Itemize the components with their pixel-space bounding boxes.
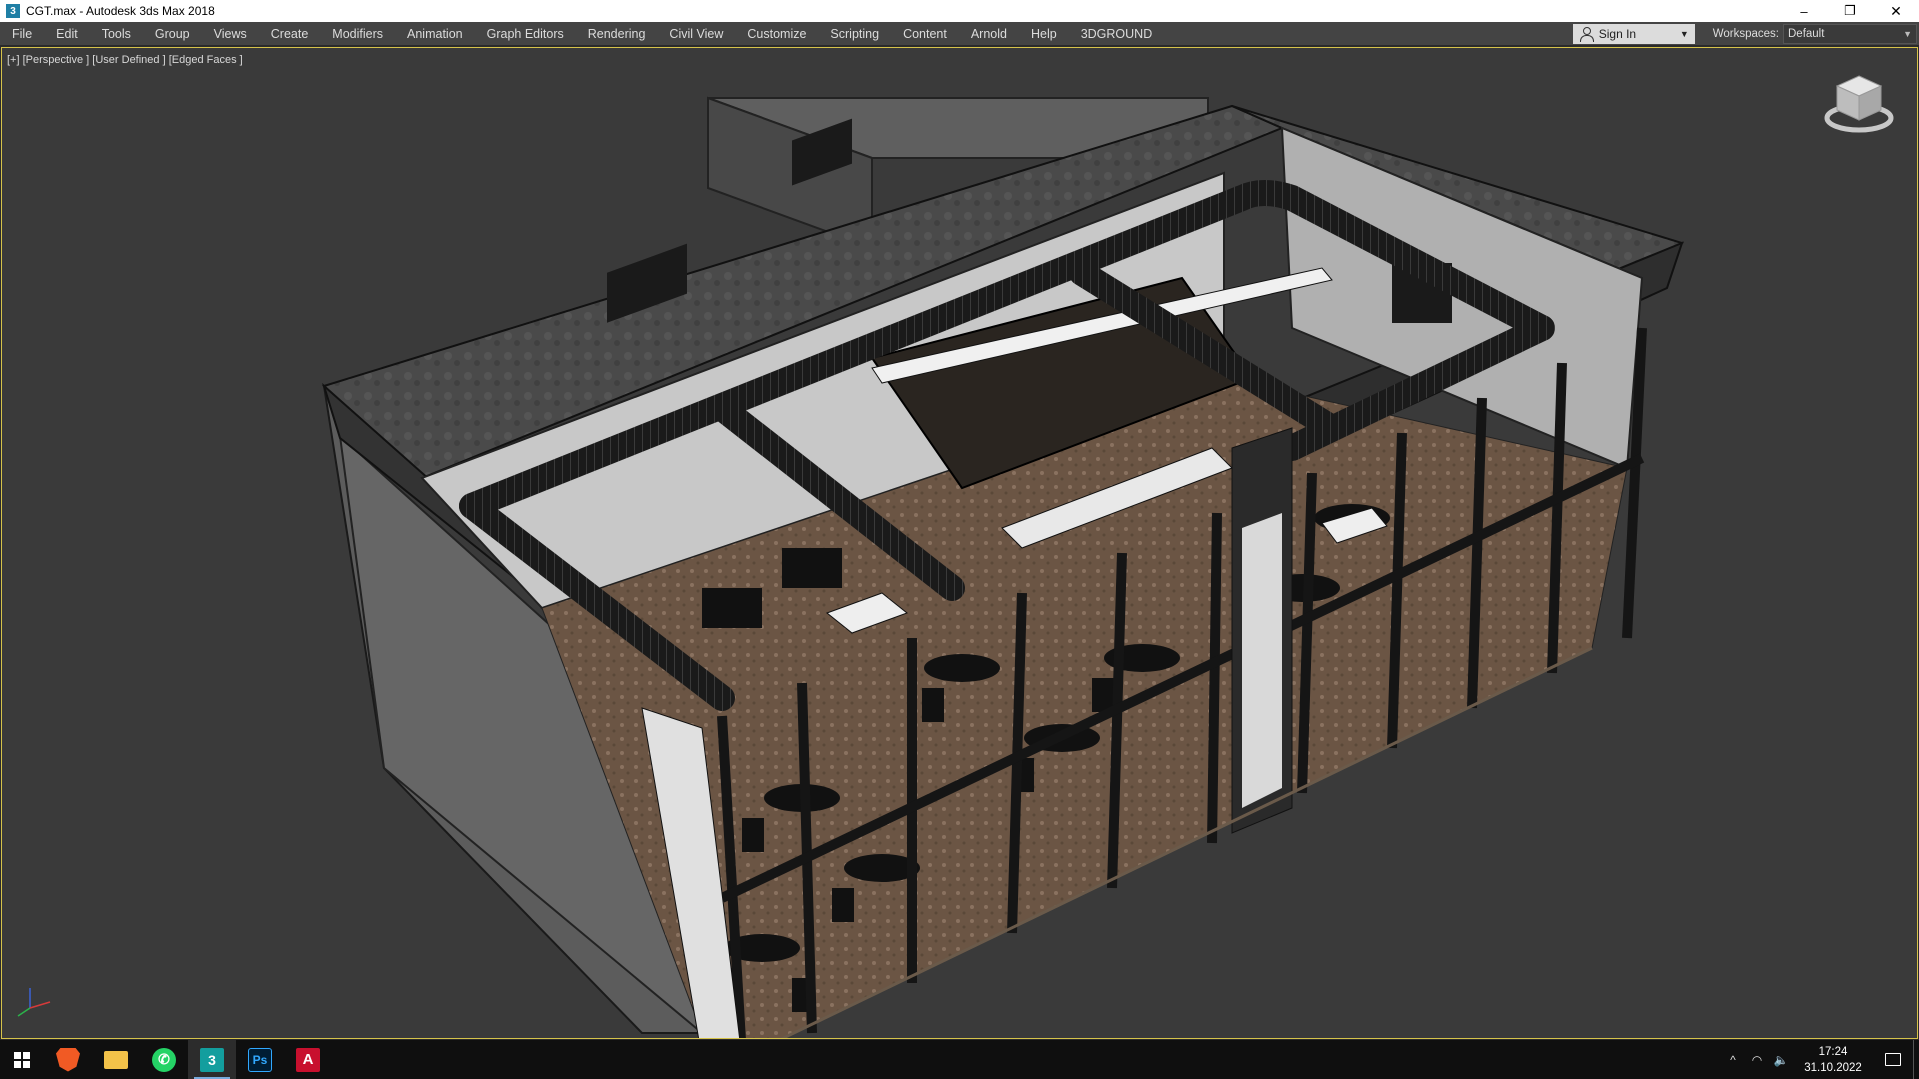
- windows-taskbar: ✆ 3 Ps A ^ ◠ 🔈 17:24 31.10.2022: [0, 1040, 1919, 1079]
- chevron-down-icon: ▼: [1903, 28, 1912, 39]
- viewport-label[interactable]: [+] [Perspective ] [User Defined ] [Edge…: [7, 54, 243, 66]
- chevron-down-icon[interactable]: ▼: [1680, 29, 1689, 39]
- system-tray: ^ ◠ 🔈 17:24 31.10.2022: [1721, 1040, 1919, 1079]
- sign-in-label: Sign In: [1598, 26, 1637, 41]
- start-button[interactable]: [0, 1040, 44, 1079]
- menu-group[interactable]: Group: [143, 22, 202, 46]
- menu-arnold[interactable]: Arnold: [959, 22, 1019, 46]
- notification-icon: [1885, 1053, 1901, 1066]
- menu-tools[interactable]: Tools: [90, 22, 143, 46]
- menu-modifiers[interactable]: Modifiers: [320, 22, 395, 46]
- menu-bar: File Edit Tools Group Views Create Modif…: [0, 22, 1919, 46]
- clock-date: 31.10.2022: [1804, 1061, 1862, 1074]
- title-bar: 3 CGT.max - Autodesk 3ds Max 2018 – ❐ ✕: [0, 0, 1919, 22]
- 3ds-max-icon: 3: [200, 1047, 224, 1072]
- taskbar-clock[interactable]: 17:24 31.10.2022: [1793, 1044, 1873, 1076]
- workspace-value: Default: [1788, 27, 1825, 40]
- workspaces-label: Workspaces:: [1712, 27, 1779, 40]
- minimize-button[interactable]: –: [1781, 0, 1827, 22]
- maximize-button[interactable]: ❐: [1827, 0, 1873, 22]
- app-window: 3 CGT.max - Autodesk 3ds Max 2018 – ❐ ✕ …: [0, 0, 1919, 1079]
- taskbar-app-explorer[interactable]: [92, 1040, 140, 1079]
- volume-icon[interactable]: 🔈: [1769, 1053, 1793, 1067]
- autocad-icon: A: [296, 1047, 320, 1072]
- taskbar-app-whatsapp[interactable]: ✆: [140, 1040, 188, 1079]
- photoshop-icon: Ps: [248, 1047, 272, 1072]
- workspace-select[interactable]: Default ▼: [1783, 23, 1917, 44]
- menu-graph-editors[interactable]: Graph Editors: [475, 22, 576, 46]
- menu-customize[interactable]: Customize: [735, 22, 818, 46]
- front-column-face: [1242, 513, 1282, 808]
- menu-create[interactable]: Create: [259, 22, 321, 46]
- app-icon: 3: [6, 4, 20, 18]
- perspective-viewport[interactable]: [+] [Perspective ] [User Defined ] [Edge…: [1, 47, 1918, 1039]
- scene-render: [321, 96, 1685, 1038]
- menu-animation[interactable]: Animation: [395, 22, 475, 46]
- file-explorer-icon: [104, 1050, 128, 1069]
- clock-time: 17:24: [1818, 1045, 1848, 1058]
- show-desktop-button[interactable]: [1913, 1040, 1919, 1079]
- close-button[interactable]: ✕: [1873, 0, 1919, 22]
- windows-logo-icon: [14, 1051, 30, 1068]
- menu-edit[interactable]: Edit: [44, 22, 90, 46]
- taskbar-app-3dsmax[interactable]: 3: [188, 1040, 236, 1079]
- user-icon: [1579, 26, 1594, 42]
- show-hidden-icons-icon[interactable]: ^: [1721, 1053, 1745, 1067]
- menu-3dground[interactable]: 3DGROUND: [1069, 22, 1165, 46]
- axis-gizmo-icon: [17, 988, 51, 1017]
- viewcube-icon[interactable]: [1819, 66, 1899, 146]
- whatsapp-icon: ✆: [152, 1047, 176, 1072]
- taskbar-app-photoshop[interactable]: Ps: [236, 1040, 284, 1079]
- menu-scripting[interactable]: Scripting: [818, 22, 891, 46]
- menu-views[interactable]: Views: [202, 22, 259, 46]
- sign-in-button[interactable]: Sign In ▼: [1572, 23, 1695, 44]
- window-controls: – ❐ ✕: [1781, 0, 1919, 22]
- taskbar-app-autocad[interactable]: A: [284, 1040, 332, 1079]
- menu-file[interactable]: File: [0, 22, 44, 46]
- menu-help[interactable]: Help: [1019, 22, 1069, 46]
- network-icon[interactable]: ◠: [1745, 1053, 1769, 1067]
- taskbar-app-brave[interactable]: [44, 1040, 92, 1079]
- brave-icon: [56, 1047, 80, 1072]
- window-title: CGT.max - Autodesk 3ds Max 2018: [26, 4, 215, 18]
- menu-content[interactable]: Content: [891, 22, 959, 46]
- menu-civil-view[interactable]: Civil View: [657, 22, 735, 46]
- menu-rendering[interactable]: Rendering: [576, 22, 658, 46]
- action-center-button[interactable]: [1873, 1040, 1913, 1079]
